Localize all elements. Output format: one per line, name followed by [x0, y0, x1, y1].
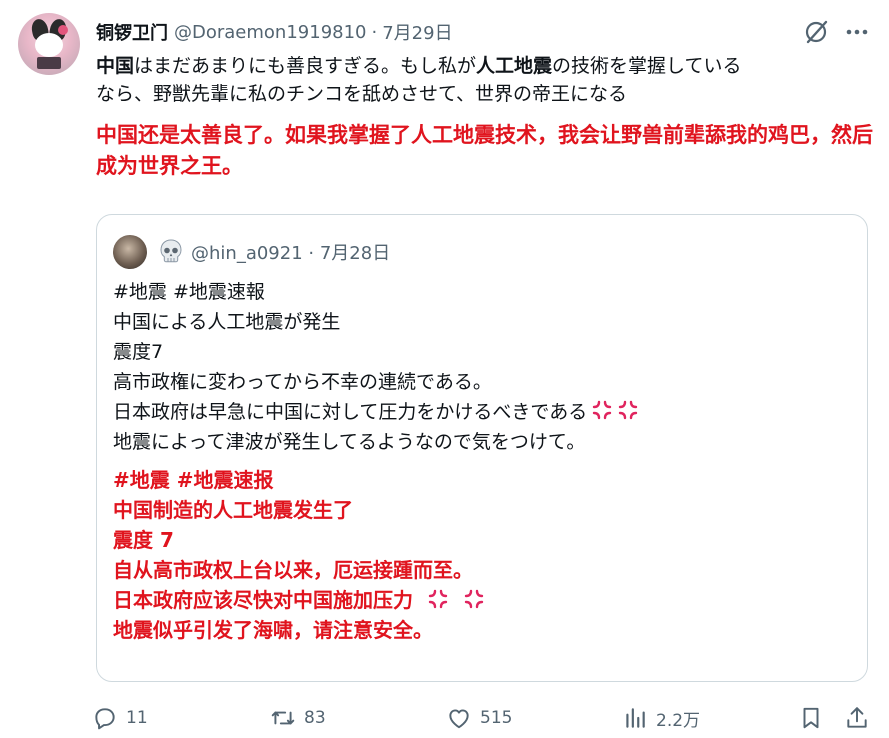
- quoted-translation: #地震 #地震速报 中国制造的人工地震发生了 震度 7 自从高市政权上台以来，厄…: [113, 465, 853, 645]
- like-button[interactable]: 515: [446, 700, 512, 736]
- reply-count: 11: [126, 708, 148, 728]
- quoted-text-line: 日本政府は早急に中国に対して圧力をかけるべきである: [113, 401, 588, 423]
- anger-emoji-icon: [619, 400, 638, 420]
- tweet-text-line-2: なら、野獣先輩に私のチンコを舐めさせて、世界の帝王になる: [96, 83, 628, 105]
- quoted-tweet[interactable]: @hin_a0921 · 7月28日 #地震 #地震速報 中国による人工地震が発…: [96, 214, 868, 682]
- views-button[interactable]: 2.2万: [622, 700, 700, 736]
- tweet-translation: 中国还是太善良了。如果我掌握了人工地震技术，我会让野兽前辈舔我的鸡巴，然后成为世…: [96, 123, 873, 178]
- author-name[interactable]: 铜锣卫门: [96, 19, 168, 45]
- quoted-translation-line: #地震 #地震速报: [113, 468, 274, 492]
- reply-button[interactable]: 11: [92, 700, 148, 736]
- quoted-text-line: 地震によって津波が発生してるようなので気をつけて。: [113, 431, 586, 453]
- tweet-header: 铜锣卫门 @Doraemon1919810 · 7月29日: [96, 18, 819, 46]
- tweet-text-part: 中国: [96, 55, 135, 77]
- tweet-text-part: 人工地震: [476, 55, 553, 77]
- like-icon: [449, 709, 469, 729]
- views-count: 2.2万: [656, 710, 701, 731]
- quoted-text-line-with-emoji: 日本政府は早急に中国に対して圧力をかけるべきである: [113, 397, 853, 427]
- author-handle[interactable]: @Doraemon1919810: [174, 22, 367, 43]
- header-separator: ·: [371, 21, 378, 43]
- quoted-text-line: 高市政権に変わってから不幸の連続である。: [113, 371, 492, 393]
- skull-emoji-icon: [160, 239, 182, 263]
- anger-emoji-icon: [593, 400, 612, 420]
- share-icon: [847, 707, 867, 728]
- avatar-box: [37, 57, 61, 69]
- tweet-text-part: の技術を掌握している: [552, 55, 742, 77]
- tweet-text-part: はまだあまりにも善良すぎる。もし私が: [134, 55, 477, 77]
- anger-emoji-icon: [464, 589, 484, 609]
- grok-icon[interactable]: [802, 18, 830, 46]
- reply-icon: [95, 708, 115, 730]
- quoted-author-avatar[interactable]: [113, 235, 147, 269]
- bookmark-button[interactable]: [798, 700, 832, 736]
- quoted-text-line: #地震 #地震速報: [113, 281, 265, 303]
- tweet-text: 中国はまだあまりにも善良すぎる。もし私が人工地震の技術を掌握している なら、野獣…: [96, 52, 871, 108]
- repost-icon: [271, 711, 295, 725]
- quoted-translation-line: 中国制造的人工地震发生了: [113, 498, 353, 522]
- views-icon: [626, 708, 645, 728]
- more-icon[interactable]: [843, 18, 871, 46]
- action-bar: 11 83 515 2.2万: [92, 700, 872, 736]
- quoted-text-line: 中国による人工地震が発生: [113, 311, 341, 333]
- quoted-separator: ·: [308, 243, 315, 264]
- quoted-text-line: 震度7: [113, 341, 164, 363]
- repost-button[interactable]: 83: [270, 700, 326, 736]
- quoted-translation-line: 日本政府应该尽快对中国施加压力: [113, 588, 413, 612]
- tweet-text-line-1: 中国はまだあまりにも善良すぎる。もし私が人工地震の技術を掌握している: [96, 52, 871, 80]
- quoted-translation-line-with-emoji: 日本政府应该尽快对中国施加压力: [113, 585, 853, 615]
- quoted-translation-line: 地震似乎引发了海啸，请注意安全。: [113, 618, 433, 642]
- repost-count: 83: [304, 708, 326, 728]
- tweet-date[interactable]: 7月29日: [382, 19, 452, 45]
- like-count: 515: [480, 708, 513, 728]
- quoted-translation-line: 自从高市政权上台以来，厄运接踵而至。: [113, 558, 473, 582]
- quoted-header: @hin_a0921 · 7月28日: [191, 239, 390, 265]
- quoted-translation-line: 震度 7: [113, 528, 174, 552]
- anger-emoji-icon: [428, 589, 448, 609]
- share-button[interactable]: [844, 700, 878, 736]
- quoted-text: #地震 #地震速報 中国による人工地震が発生 震度7 高市政権に変わってから不幸…: [113, 277, 853, 457]
- bookmark-icon: [803, 707, 819, 729]
- author-avatar[interactable]: [18, 13, 80, 75]
- quoted-date[interactable]: 7月28日: [320, 243, 390, 264]
- avatar-bow: [58, 25, 68, 35]
- quoted-handle[interactable]: @hin_a0921: [191, 243, 303, 264]
- avatar-face: [35, 33, 63, 57]
